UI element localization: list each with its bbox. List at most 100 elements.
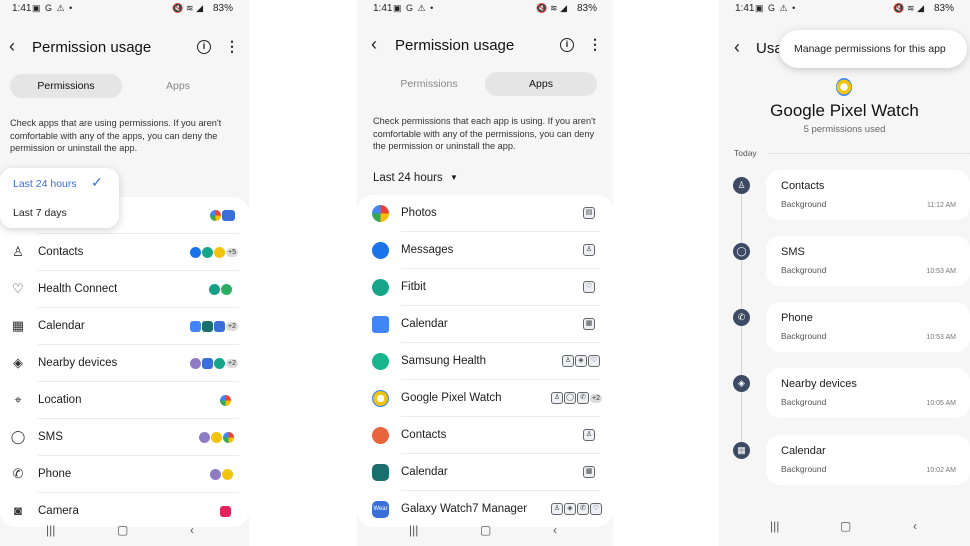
recents-icon[interactable]: ||| [770,519,779,533]
notification-icons: ▣ G ⚠ • [755,3,797,13]
home-icon[interactable]: ▢ [117,523,128,537]
option-last-7-days[interactable]: Last 7 days [13,207,67,219]
permission-list: eos ♙ Contacts +5 ♡ Health Connect [0,197,249,527]
samsung-calendar-app-icon [372,464,389,481]
calendar-icon: ▦ [11,318,25,333]
list-item-calendar[interactable]: ▦ Calendar +2 [0,308,249,345]
list-item-label: Contacts [401,429,447,441]
battery-level: 83% [576,3,597,14]
info-icon[interactable]: i [560,38,574,52]
tab-permissions[interactable]: Permissions [10,74,122,98]
list-item-calendar[interactable]: Calendar ▦ [357,306,613,343]
list-item-messages[interactable]: Messages ♙ [357,232,613,269]
calendar-permission-icon: ▦ [733,442,750,459]
more-apps-count: +2 [226,358,238,368]
back-nav-icon[interactable]: ‹ [913,519,917,533]
contacts-permission-icon: ♙ [583,244,595,256]
list-item-label: Google Pixel Watch [401,392,502,404]
list-item-photos[interactable]: Photos ▤ [357,195,613,232]
home-icon[interactable]: ▢ [480,523,491,537]
info-icon[interactable]: i [197,40,211,54]
app-icons [220,505,231,517]
time-range-dropdown[interactable]: Last 24 hours [373,172,443,184]
list-item-health-connect[interactable]: ♡ Health Connect [0,271,249,308]
tab-bar: Permissions Apps [10,74,238,98]
photos-app-icon [210,209,221,221]
heart-app-icon [190,357,201,369]
list-item-google-pixel-watch[interactable]: Google Pixel Watch ♙ ◯ ✆ +2 [357,380,613,417]
back-arrow-icon[interactable]: ‹ [734,37,740,58]
list-item-label: Photos [401,207,437,219]
health-permission-icon: ♡ [588,355,600,367]
list-item-samsung-health[interactable]: Samsung Health ♙ ◈ ♡ [357,343,613,380]
signal-icons: 🔇 ≋ ◢ [172,3,203,13]
page-description: Check permissions that each app is using… [373,116,596,151]
fitbit-app-icon [209,283,220,295]
app-name: Google Pixel Watch [770,101,919,120]
google-app-icon [220,394,231,406]
navigation-bar: ||| ▢ ‹ [719,514,970,542]
app-icons [209,283,232,295]
list-item-fitbit[interactable]: Fitbit ♡ [357,269,613,306]
pixel-watch-app-icon [372,390,389,407]
list-item-label: Calendar [401,318,448,330]
page-title: Permission usage [395,37,515,54]
list-item-location[interactable]: ⌖ Location [0,382,249,419]
back-arrow-icon[interactable]: ‹ [9,36,15,57]
tab-permissions[interactable]: Permissions [373,72,485,96]
tab-apps[interactable]: Apps [485,72,597,96]
permission-usage-screen-apps: 1:41 ▣ G ⚠ • 🔇 ≋ ◢ 83% ‹ Permission usag… [357,0,613,546]
list-item-calendar-samsung[interactable]: Calendar ▦ [357,454,613,491]
entry-title: Phone [781,312,813,324]
option-last-24-hours[interactable]: Last 24 hours [13,178,77,190]
more-options-icon[interactable]: ⋮ [588,37,602,51]
wear-app-icon [202,357,213,369]
tab-bar: Permissions Apps [373,72,599,96]
battery-level: 83% [212,3,233,14]
manage-permissions-menu-item[interactable]: Manage permissions for this app [794,43,946,55]
tab-apps[interactable]: Apps [122,74,234,98]
list-item-nearby-devices[interactable]: ◈ Nearby devices +2 [0,345,249,382]
page-title: Permission usage [32,39,152,56]
recents-icon[interactable]: ||| [46,523,55,537]
permission-icons: ♙ ◈ ♡ [562,355,600,367]
more-options-icon[interactable]: ⋮ [225,39,239,53]
health-permission-icon: ♡ [583,281,595,293]
phone-permission-icon: ✆ [577,503,589,515]
navigation-bar: ||| ▢ ‹ [0,518,249,546]
contacts-permission-icon: ♙ [583,429,595,441]
back-nav-icon[interactable]: ‹ [553,523,557,537]
entry-subtitle: Background [781,265,827,275]
status-time: 1:41 [735,3,755,14]
pixel-watch-app-icon [214,246,225,258]
list-item-contacts[interactable]: Contacts ♙ [357,417,613,454]
dropdown-arrow-icon[interactable]: ▼ [450,173,458,182]
status-bar: 1:41 ▣ G ⚠ • 🔇 ≋ ◢ 83% [0,3,249,17]
back-nav-icon[interactable]: ‹ [190,523,194,537]
nearby-devices-icon: ◈ [13,355,23,370]
list-item-label: Galaxy Watch7 Manager [401,503,528,515]
heart-app-icon [210,468,221,480]
google-app-icon [223,431,234,443]
location-pin-icon: ⌖ [14,392,22,407]
list-item-label: Camera [38,505,79,517]
samsung-health-app-icon [221,283,232,295]
entry-title: Calendar [781,445,826,457]
home-icon[interactable]: ▢ [840,519,851,533]
list-item-label: Contacts [38,246,84,258]
pixel-watch-app-icon [836,78,852,96]
list-item-sms[interactable]: ◯ SMS [0,419,249,456]
list-item-label: Health Connect [38,283,118,295]
fitbit-app-icon [214,357,225,369]
list-item-label: Fitbit [401,281,426,293]
more-apps-count: +5 [226,247,238,257]
battery-level: 83% [933,3,954,14]
list-item-contacts[interactable]: ♙ Contacts +5 [0,234,249,271]
heart-app-icon [199,431,210,443]
list-item-phone[interactable]: ✆ Phone [0,456,249,493]
back-arrow-icon[interactable]: ‹ [371,34,377,55]
app-icons: +5 [190,246,238,258]
recents-icon[interactable]: ||| [409,523,418,537]
pixel-watch-app-icon [211,431,222,443]
page-description: Check apps that are using permissions. I… [10,118,222,153]
